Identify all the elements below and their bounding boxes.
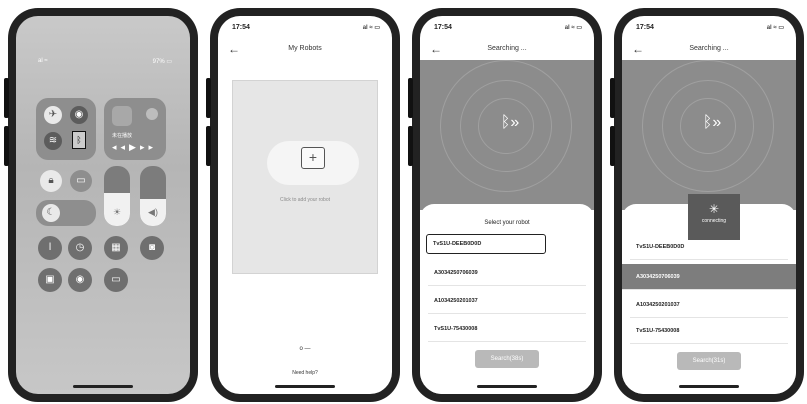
volume-down-button xyxy=(4,126,9,166)
media-label: 未在播放 xyxy=(112,133,133,139)
moon-icon: ☾ xyxy=(42,204,60,222)
status-icons: al ≈ ▭ xyxy=(564,25,582,31)
radar-area: ᛒ» xyxy=(622,60,796,210)
qr-icon[interactable]: ▣ xyxy=(38,268,62,292)
album-art xyxy=(112,106,132,126)
phone-select-robot: 17:54 al ≈ ▭ ← Searching ... ᛒ» Select y… xyxy=(408,8,602,402)
robot-item-3[interactable]: A1034250201037 xyxy=(630,292,788,318)
status-right: 97% ▭ xyxy=(152,59,172,65)
home-indicator[interactable] xyxy=(477,385,537,388)
add-robot-prompt: Click to add your robot xyxy=(279,197,331,203)
volume-up-button xyxy=(610,78,615,118)
screen-lock-icon[interactable]: 🔒︎ xyxy=(40,170,62,192)
volume-slider[interactable]: ◀) xyxy=(140,166,166,226)
phone-my-robots: 17:54 al ≈ ▭ ← My Robots + Click to add … xyxy=(206,8,400,402)
robot-item-2-selected[interactable]: A3034250706039 xyxy=(622,264,796,290)
status-bar: 17:54 al ≈ ▭ xyxy=(420,16,594,34)
robot-item-3[interactable]: A1034250201037 xyxy=(428,288,586,314)
connecting-label: connecting xyxy=(701,218,727,224)
focus-tile[interactable]: ☾ xyxy=(36,200,96,226)
spinner-icon: ✳ xyxy=(708,202,720,216)
my-robots-screen: 17:54 al ≈ ▭ ← My Robots + Click to add … xyxy=(218,16,392,394)
flashlight-icon[interactable]: ǀ xyxy=(38,236,62,260)
control-center-screen: al ≈ 97% ▭ ✈ ◉ ≋ ᛒ 未在播放 ◂◂▶▸▸ 🔒︎ ▭ ☀ ◀) … xyxy=(16,16,190,394)
sheet-title: Select your robot xyxy=(484,220,530,226)
robot-item-4[interactable]: TvS1U-75430008 xyxy=(630,318,788,344)
home-indicator[interactable] xyxy=(73,385,133,388)
robot-item-1[interactable]: TvS1U-DEEB0D0D xyxy=(426,234,546,254)
camera-icon[interactable]: ◙ xyxy=(140,236,164,260)
radar-area: ᛒ» xyxy=(420,60,594,210)
top-bar: ← Searching ... xyxy=(420,42,594,60)
status-icons: al ≈ ▭ xyxy=(766,25,784,31)
status-time: 17:54 xyxy=(232,24,250,31)
media-tile[interactable]: 未在播放 ◂◂▶▸▸ xyxy=(104,98,166,160)
connecting-screen: 17:54 al ≈ ▭ ← Searching ... ᛒ» TvS1U-DE… xyxy=(622,16,796,394)
page-title: My Robots xyxy=(288,45,322,52)
add-robot-card[interactable]: + Click to add your robot xyxy=(232,80,378,274)
volume-down-button xyxy=(610,126,615,166)
cellular-icon[interactable]: ◉ xyxy=(70,106,88,124)
need-help-link[interactable]: Need help? xyxy=(218,370,392,376)
home-indicator[interactable] xyxy=(679,385,739,388)
bluetooth-icon: ᛒ» xyxy=(500,114,520,131)
volume-up-button xyxy=(206,78,211,118)
volume-up-button xyxy=(4,78,9,118)
select-robot-screen: 17:54 al ≈ ▭ ← Searching ... ᛒ» Select y… xyxy=(420,16,594,394)
airplane-icon[interactable]: ✈ xyxy=(44,106,62,124)
status-left: al ≈ xyxy=(38,58,48,64)
status-time: 17:54 xyxy=(636,24,654,31)
status-bar: 17:54 al ≈ ▭ xyxy=(622,16,796,34)
volume-down-button xyxy=(408,126,413,166)
connecting-popup: ✳ connecting xyxy=(688,194,740,240)
brightness-slider[interactable]: ☀ xyxy=(104,166,130,226)
record-icon[interactable]: ◉ xyxy=(68,268,92,292)
phone-control-center: al ≈ 97% ▭ ✈ ◉ ≋ ᛒ 未在播放 ◂◂▶▸▸ 🔒︎ ▭ ☀ ◀) … xyxy=(4,8,198,402)
status-icons: al ≈ ▭ xyxy=(362,25,380,31)
bluetooth-icon: ᛒ» xyxy=(702,114,722,131)
timer-icon[interactable]: ◷ xyxy=(68,236,92,260)
search-button[interactable]: Search(31s) xyxy=(677,352,741,370)
bluetooth-icon[interactable]: ᛒ xyxy=(72,131,86,149)
airplay-icon[interactable] xyxy=(146,108,158,120)
status-time: 17:54 xyxy=(434,24,452,31)
wifi-icon[interactable]: ≋ xyxy=(44,132,62,150)
search-button[interactable]: Search(38s) xyxy=(475,350,539,368)
top-bar: ← Searching ... xyxy=(622,42,796,60)
media-controls[interactable]: ◂◂▶▸▸ xyxy=(112,142,157,153)
volume-up-button xyxy=(408,78,413,118)
volume-icon: ◀) xyxy=(148,207,158,217)
calculator-icon[interactable]: ▦ xyxy=(104,236,128,260)
top-bar: ← My Robots xyxy=(218,42,392,60)
robot-item-4[interactable]: TvS1U-75430008 xyxy=(428,316,586,342)
mirror-icon[interactable]: ▭ xyxy=(70,170,92,192)
add-robot-plus-icon[interactable]: + xyxy=(301,147,325,169)
page-title: Searching ... xyxy=(487,45,527,52)
robot-list-sheet: Select your robot TvS1U-DEEB0D0D A303425… xyxy=(420,204,594,394)
home-indicator[interactable] xyxy=(275,385,335,388)
robot-item-2[interactable]: A3034250706039 xyxy=(428,260,586,286)
phone-connecting: 17:54 al ≈ ▭ ← Searching ... ᛒ» TvS1U-DE… xyxy=(610,8,804,402)
status-bar: 17:54 al ≈ ▭ xyxy=(218,16,392,34)
volume-down-button xyxy=(206,126,211,166)
page-title: Searching ... xyxy=(689,45,729,52)
connectivity-tile[interactable]: ✈ ◉ ≋ ᛒ xyxy=(36,98,96,160)
battery-icon[interactable]: ▭ xyxy=(104,268,128,292)
page-indicator: o — xyxy=(299,346,311,352)
brightness-icon: ☀ xyxy=(112,207,122,217)
